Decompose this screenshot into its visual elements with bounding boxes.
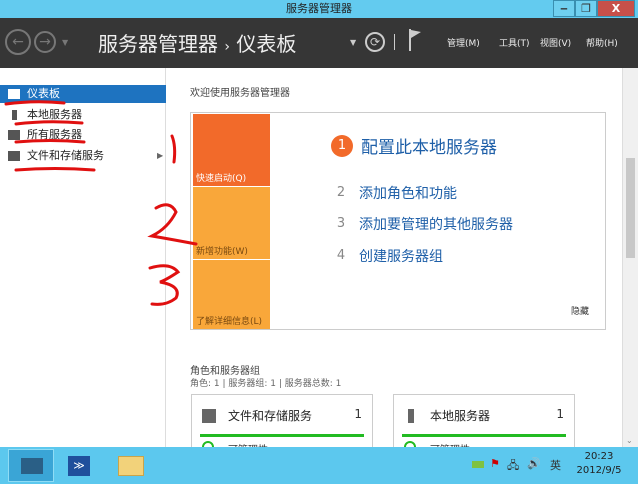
crumb-dropdown-icon[interactable]: ▼ (350, 38, 356, 47)
scroll-down-icon[interactable]: ⌄ (626, 436, 633, 445)
step-label: 添加要管理的其他服务器 (359, 217, 513, 233)
card-title: 本地服务器 (430, 409, 491, 423)
tile-quick-start[interactable]: 快速启动(Q) (193, 114, 270, 186)
powershell-icon[interactable]: ≫ (68, 456, 90, 476)
step-number: 1 (331, 134, 353, 157)
menu-tools[interactable]: 工具(T) (499, 36, 530, 49)
card-title: 文件和存储服务 (228, 409, 313, 423)
refresh-button[interactable]: ⟳ (365, 32, 385, 52)
tile-whats-new[interactable]: 新增功能(W) (193, 187, 270, 259)
server-icon (408, 409, 414, 423)
step-configure-local-server[interactable]: 1 配置此本地服务器 (331, 133, 497, 158)
step-create-group[interactable]: 4 创建服务器组 (331, 246, 443, 266)
card-count: 1 (354, 407, 362, 421)
tile-learn-more[interactable]: 了解详细信息(L) (193, 260, 270, 329)
taskbar: ≫ ⚑ 🖧 🔊 英 20:23 2012/9/5 (0, 447, 638, 484)
step-add-roles[interactable]: 2 添加角色和功能 (331, 183, 457, 203)
role-card-file-storage[interactable]: 文件和存储服务 1 可管理性 (191, 394, 373, 456)
clock-time: 20:23 (584, 451, 614, 462)
role-card-local-server[interactable]: 本地服务器 1 可管理性 (393, 394, 575, 456)
step-number: 4 (336, 248, 346, 263)
server-manager-icon (21, 458, 43, 474)
header: ← → ▼ 服务器管理器 › 仪表板 ▼ ⟳ 管理(M) 工具(T) 视图(V)… (0, 18, 638, 68)
step-label: 配置此本地服务器 (361, 138, 497, 158)
step-number: 3 (336, 216, 346, 231)
ime-indicator[interactable]: 英 (550, 457, 561, 473)
clock[interactable]: 20:23 2012/9/5 (574, 450, 624, 478)
card-count: 1 (556, 407, 564, 421)
roles-summary: 角色: 1 | 服务器组: 1 | 服务器总数: 1 (190, 379, 342, 389)
volume-icon[interactable]: 🔊 (527, 457, 541, 470)
file-explorer-icon[interactable] (118, 456, 144, 476)
step-add-servers[interactable]: 3 添加要管理的其他服务器 (331, 214, 513, 234)
notifications-flag-icon[interactable] (408, 29, 422, 54)
menu-view[interactable]: 视图(V) (540, 36, 571, 49)
vertical-scrollbar[interactable]: ⌄ (622, 68, 638, 447)
step-label: 添加角色和功能 (359, 186, 457, 202)
status-bar (402, 434, 566, 437)
hide-link[interactable]: 隐藏 (571, 304, 589, 317)
nvidia-tray-icon[interactable] (472, 461, 484, 468)
roles-title: 角色和服务器组 (190, 366, 260, 377)
back-button[interactable]: ← (5, 29, 31, 55)
scrollbar-thumb[interactable] (626, 158, 635, 258)
breadcrumb-app[interactable]: 服务器管理器 (98, 32, 218, 56)
title-bar: 服务器管理器 (0, 0, 638, 18)
close-button[interactable]: X (597, 0, 635, 17)
breadcrumb-separator: › (224, 39, 230, 55)
status-bar (200, 434, 364, 437)
restore-button[interactable]: ❐ (575, 0, 597, 17)
breadcrumb-page: 仪表板 (236, 32, 297, 56)
step-label: 创建服务器组 (359, 249, 443, 265)
breadcrumb: 服务器管理器 › 仪表板 (98, 28, 296, 57)
welcome-title: 欢迎使用服务器管理器 (190, 88, 290, 99)
red-annotations (4, 100, 198, 306)
minimize-button[interactable]: ‒ (553, 0, 575, 17)
history-dropdown-icon[interactable]: ▼ (62, 38, 68, 47)
file-storage-icon (202, 409, 216, 423)
window-title: 服务器管理器 (286, 2, 352, 15)
forward-button[interactable]: → (34, 31, 56, 53)
taskbar-server-manager[interactable] (8, 449, 54, 482)
clock-date: 2012/9/5 (576, 465, 622, 476)
menu-help[interactable]: 帮助(H) (586, 36, 618, 49)
network-icon[interactable]: 🖧 (507, 457, 519, 476)
step-number: 2 (336, 185, 346, 200)
menu-manage[interactable]: 管理(M) (447, 36, 480, 49)
welcome-panel: 快速启动(Q) 新增功能(W) 了解详细信息(L) 1 配置此本地服务器 2 添加角… (190, 112, 606, 330)
action-center-flag-icon[interactable]: ⚑ (490, 457, 500, 470)
divider (394, 34, 395, 50)
